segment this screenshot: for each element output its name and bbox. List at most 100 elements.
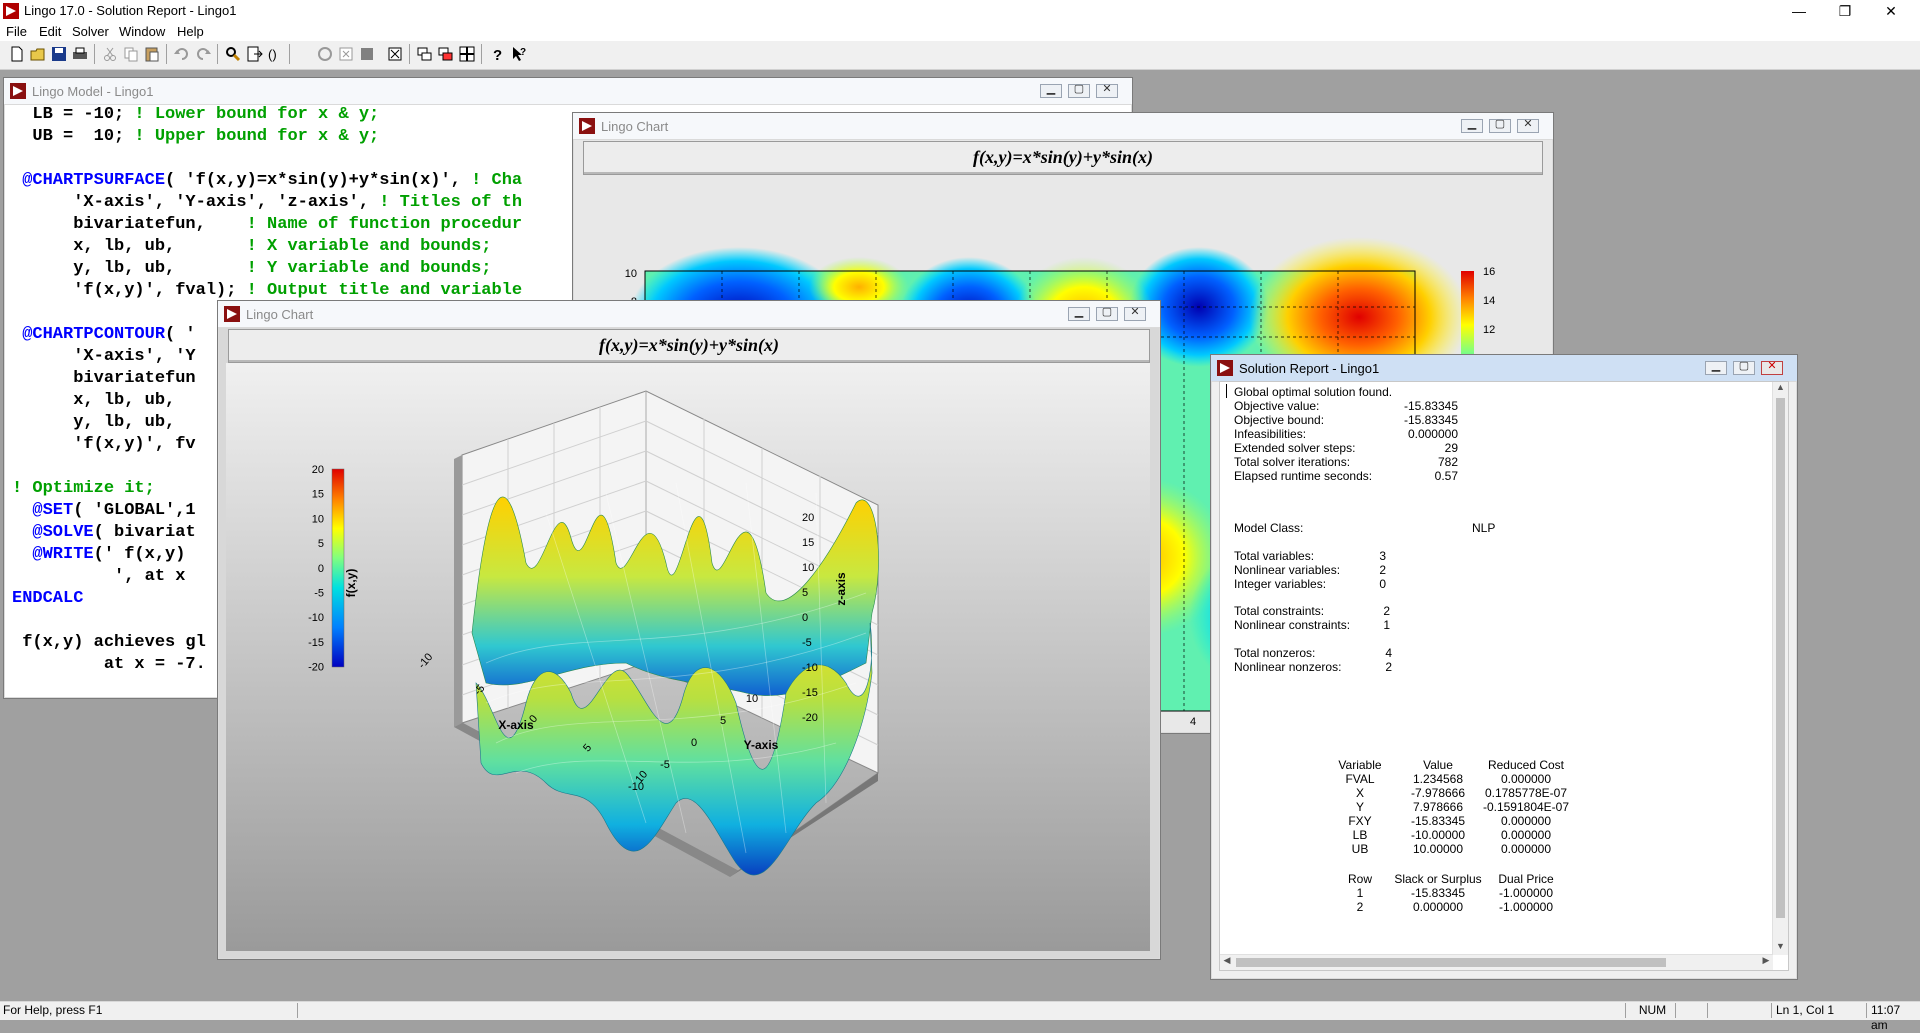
surface-maximize-button[interactable]: ▢: [1096, 306, 1118, 321]
report-status-line: Global optimal solution found.: [1234, 385, 1393, 399]
surface-chart: 20 15 10 5 0 -5 -10 -15 -20 f(x,y) 20 15 10 5 0 -5 -10…: [226, 363, 1150, 951]
scroll-left-icon[interactable]: ◀: [1220, 955, 1234, 970]
contour-maximize-button[interactable]: ▢: [1489, 118, 1511, 133]
contour-colorbar-tick: 12: [1483, 324, 1495, 336]
report-text-area[interactable]: Global optimal solution found. Objective…: [1219, 381, 1789, 971]
code-comment: ! Name of function procedur: [246, 215, 523, 234]
surface-colorbar-tick: 5: [318, 538, 324, 550]
code-keyword: @CHARTPCONTOUR: [12, 325, 166, 344]
code-text: LB = -10;: [12, 105, 135, 124]
surface-chart-window[interactable]: Lingo Chart ▁ ▢ ✕ f(x,y)=x*sin(y)+y*sin(…: [217, 300, 1161, 960]
stat-value: 0.000000: [1407, 427, 1458, 441]
contour-close-button[interactable]: ✕: [1517, 118, 1539, 133]
stat-value: 2: [1379, 563, 1386, 577]
model-minimize-button[interactable]: ▁: [1040, 83, 1062, 98]
surface-window-titlebar[interactable]: Lingo Chart ▁ ▢ ✕: [218, 301, 1160, 328]
find-icon[interactable]: [224, 45, 242, 63]
model-class-label: Model Class:: [1234, 521, 1304, 535]
stat-value: 29: [1444, 441, 1458, 455]
horizontal-scroll-thumb[interactable]: [1236, 958, 1666, 967]
vertical-scrollbar[interactable]: ▲ ▼: [1772, 382, 1788, 955]
new-icon[interactable]: [8, 45, 26, 63]
goto-line-icon[interactable]: [245, 45, 263, 63]
table-cell: -0.1591804E-07: [1482, 800, 1570, 814]
stat-value: 2: [1383, 604, 1390, 618]
code-text: ( ': [165, 325, 196, 344]
help-icon[interactable]: ?: [489, 45, 507, 63]
cut-icon[interactable]: [101, 45, 119, 63]
code-keyword: ENDCALC: [12, 589, 84, 608]
stat-value: 3: [1379, 549, 1386, 563]
stop-icon[interactable]: [358, 45, 376, 63]
surface-colorbar-label: f(x,y): [344, 569, 358, 598]
contour-minimize-button[interactable]: ▁: [1461, 118, 1483, 133]
code-text: y, lb, ub,: [12, 259, 247, 278]
lingo-doc-icon: [10, 83, 26, 99]
model-window-titlebar[interactable]: Lingo Model - Lingo1 ▁ ▢ ✕: [4, 78, 1132, 105]
solve-icon[interactable]: [316, 45, 334, 63]
redo-icon[interactable]: [194, 45, 212, 63]
menu-window[interactable]: Window: [119, 24, 165, 39]
tile-icon[interactable]: [416, 45, 434, 63]
stat-value: 782: [1437, 455, 1458, 469]
surface-z-tick: -20: [802, 712, 818, 724]
stat-label: Objective bound:: [1234, 413, 1325, 427]
code-keyword: @CHARTPSURFACE: [12, 171, 166, 190]
code-comment: ! X variable and bounds;: [246, 237, 492, 256]
stat-value: 4: [1385, 646, 1392, 660]
menu-edit[interactable]: Edit: [39, 24, 61, 39]
report-window-titlebar[interactable]: Solution Report - Lingo1 ▁ ▢ ✕: [1211, 355, 1797, 382]
status-position: Ln 1, Col 1: [1771, 1003, 1866, 1018]
code-text: ( bivariat: [93, 523, 196, 542]
table-cell: 0.000000: [1500, 814, 1552, 828]
code-text: (' f(x,y): [93, 545, 186, 564]
close-button[interactable]: ✕: [1868, 0, 1914, 22]
minimize-button[interactable]: —: [1776, 0, 1822, 22]
toolbar-separator: [217, 44, 218, 64]
undo-icon[interactable]: [173, 45, 191, 63]
code-comment: ! Titles of th: [379, 193, 523, 212]
paste-icon[interactable]: [143, 45, 161, 63]
report-close-button[interactable]: ✕: [1761, 360, 1783, 375]
surface-colorbar-tick: -5: [314, 588, 324, 600]
table-header: Reduced Cost: [1487, 758, 1565, 772]
save-icon[interactable]: [50, 45, 68, 63]
surface-close-button[interactable]: ✕: [1124, 306, 1146, 321]
scroll-down-icon[interactable]: ▼: [1773, 941, 1788, 955]
lingo-doc-icon: [1217, 360, 1233, 376]
code-text: f(x,y) achieves gl: [12, 633, 206, 652]
scroll-up-icon[interactable]: ▲: [1773, 382, 1788, 396]
model-window-title: Lingo Model - Lingo1: [32, 84, 154, 99]
code-comment: ! Upper bound for x & y;: [134, 127, 380, 146]
code-comment: ! Optimize it;: [12, 479, 155, 498]
model-close-button[interactable]: ✕: [1096, 83, 1118, 98]
solution-icon[interactable]: [337, 45, 355, 63]
print-icon[interactable]: [71, 45, 89, 63]
report-minimize-button[interactable]: ▁: [1705, 360, 1727, 375]
model-maximize-button[interactable]: ▢: [1068, 83, 1090, 98]
code-text: 'X-axis', 'Y: [12, 347, 196, 366]
context-help-icon[interactable]: ?: [510, 45, 528, 63]
stat-label: Objective value:: [1234, 399, 1320, 413]
arrange-icon[interactable]: [458, 45, 476, 63]
vertical-scroll-thumb[interactable]: [1776, 398, 1785, 918]
report-maximize-button[interactable]: ▢: [1733, 360, 1755, 375]
code-text: 'f(x,y)', fval);: [12, 281, 247, 300]
surface-minimize-button[interactable]: ▁: [1068, 306, 1090, 321]
solution-report-window[interactable]: Solution Report - Lingo1 ▁ ▢ ✕ Global op…: [1210, 354, 1798, 980]
menu-solver[interactable]: Solver: [72, 24, 109, 39]
lingo-app-icon[interactable]: [3, 3, 19, 19]
options-icon[interactable]: [437, 45, 455, 63]
match-paren-icon[interactable]: (): [266, 45, 284, 63]
scroll-right-icon[interactable]: ▶: [1759, 955, 1773, 970]
open-icon[interactable]: [29, 45, 47, 63]
menu-file[interactable]: File: [6, 24, 27, 39]
contour-window-titlebar[interactable]: Lingo Chart ▁ ▢ ✕: [573, 113, 1553, 140]
menu-help[interactable]: Help: [177, 24, 204, 39]
restore-button[interactable]: ❐: [1822, 0, 1868, 22]
code-comment: ! Cha: [471, 171, 523, 190]
close-all-icon[interactable]: [386, 45, 404, 63]
copy-icon[interactable]: [122, 45, 140, 63]
horizontal-scrollbar[interactable]: ◀ ▶: [1220, 954, 1773, 970]
surface-z-tick: -5: [802, 637, 812, 649]
